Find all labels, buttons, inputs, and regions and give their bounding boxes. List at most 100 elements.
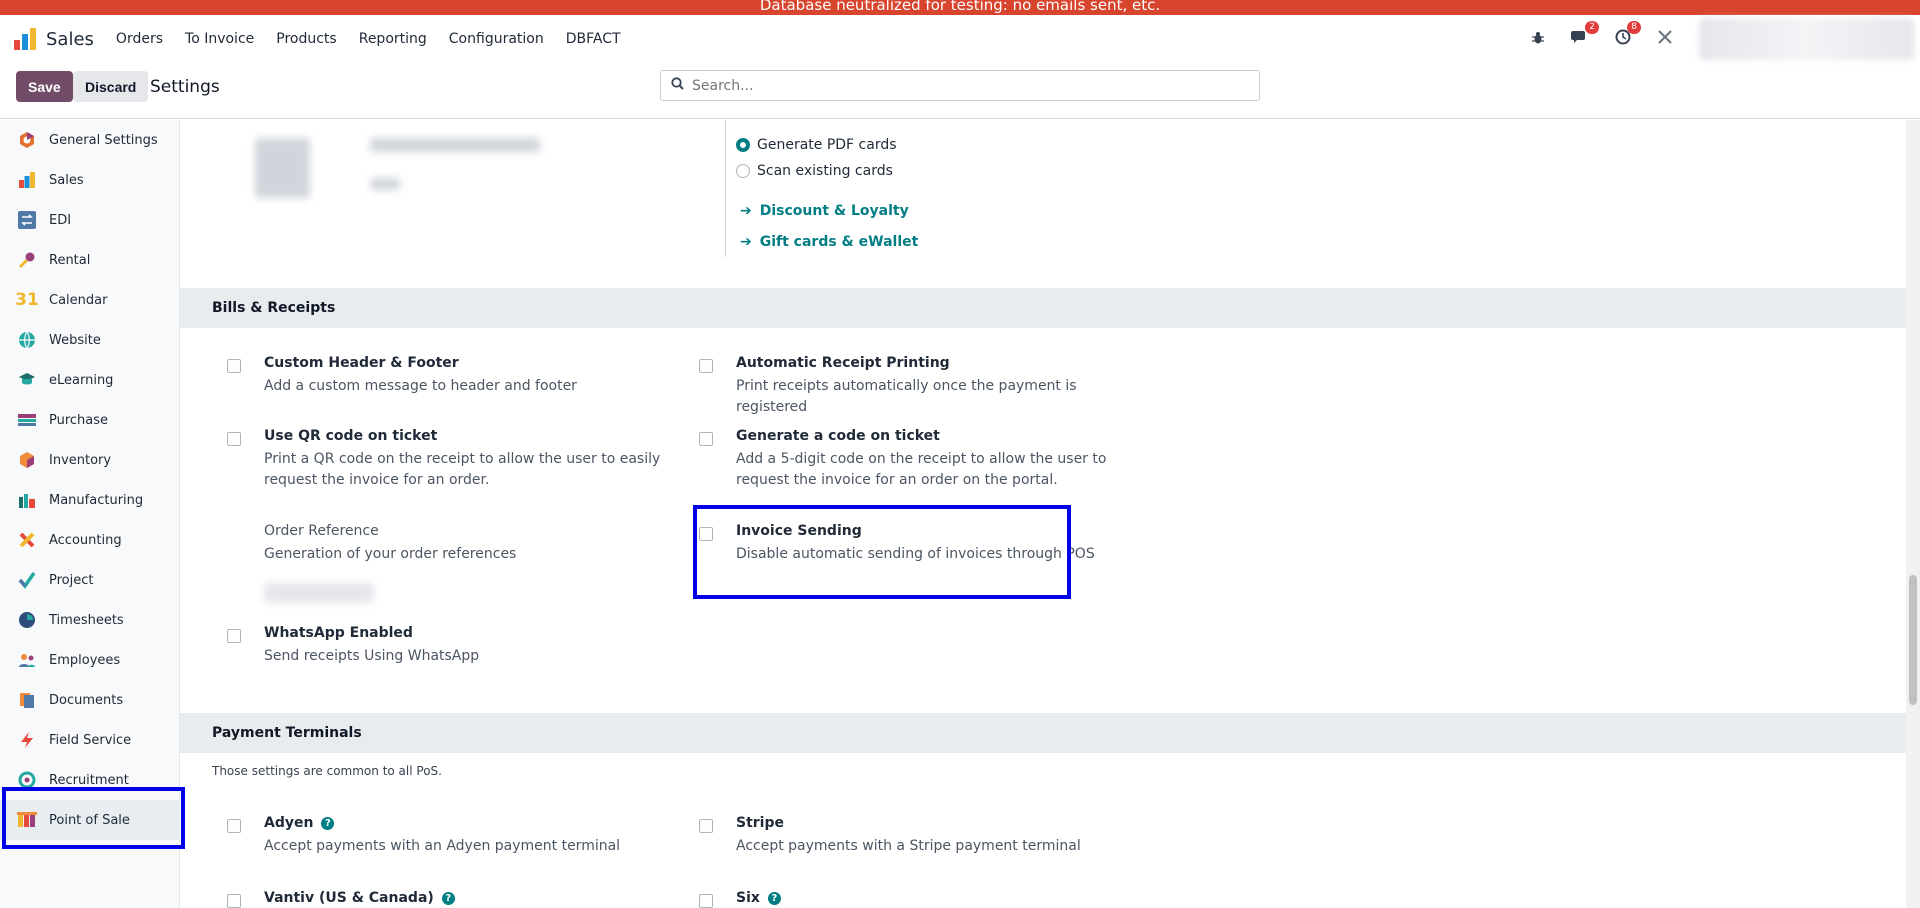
radio-generate-pdf-cards[interactable]: Generate PDF cards [736, 137, 897, 153]
link-discount-loyalty[interactable]: ➔ Discount & Loyalty [740, 203, 909, 219]
setting-title: Six? [736, 890, 781, 906]
sidebar-item-label: Website [49, 332, 101, 348]
sidebar-item-timesheets[interactable]: Timesheets [0, 600, 179, 640]
checkbox-whatsapp-enabled[interactable] [227, 629, 241, 643]
section-payment-terminals: Payment Terminals [180, 713, 1906, 753]
sidebar-item-project[interactable]: Project [0, 560, 179, 600]
sidebar-item-label: Recruitment [49, 772, 129, 788]
save-button[interactable]: Save [16, 71, 73, 102]
sidebar-item-edi[interactable]: EDI [0, 200, 179, 240]
help-icon[interactable]: ? [441, 891, 455, 905]
sidebar-item-label: Purchase [49, 412, 109, 428]
sales-app-icon[interactable] [14, 28, 36, 50]
search-box[interactable] [660, 70, 1260, 101]
checkbox-custom-header-footer[interactable] [227, 359, 241, 373]
setting-title: Automatic Receipt Printing [736, 355, 950, 371]
sidebar-item-sales[interactable]: Sales [0, 160, 179, 200]
setting-title: Use QR code on ticket [264, 428, 438, 444]
setting-title: Generate a code on ticket [736, 428, 940, 444]
checkbox-six[interactable] [699, 894, 713, 908]
menu-dbfact[interactable]: DBFACT [566, 31, 621, 47]
rental-icon [16, 249, 38, 271]
sales-icon [16, 169, 38, 191]
sidebar-item-label: General Settings [49, 132, 158, 148]
sidebar-item-label: Field Service [49, 732, 132, 748]
arrow-right-icon: ➔ [740, 203, 752, 219]
app-name[interactable]: Sales [46, 29, 94, 50]
sidebar-item-employees[interactable]: Employees [0, 640, 179, 680]
setting-description: Send receipts Using WhatsApp [264, 648, 480, 664]
sidebar-item-label: Documents [49, 692, 124, 708]
sidebar-item-label: Rental [49, 252, 91, 268]
radio-checked[interactable] [736, 138, 750, 152]
test-database-banner: Database neutralized for testing: no ema… [0, 0, 1920, 15]
website-icon [16, 329, 38, 351]
menu-configuration[interactable]: Configuration [449, 31, 544, 47]
sidebar-item-accounting[interactable]: Accounting [0, 520, 179, 560]
radio-unchecked[interactable] [736, 164, 750, 178]
sidebar-item-website[interactable]: Website [0, 320, 179, 360]
general-settings-icon [16, 129, 38, 151]
setting-description: Add a custom message to header and foote… [264, 378, 577, 394]
sidebar-item-label: Calendar [49, 292, 108, 308]
link-gift-cards[interactable]: ➔ Gift cards & eWallet [740, 234, 918, 250]
arrow-right-icon: ➔ [740, 234, 752, 250]
field-service-icon [16, 729, 38, 751]
menu-products[interactable]: Products [276, 31, 336, 47]
checkbox-qr-code-ticket[interactable] [227, 432, 241, 446]
menu-orders[interactable]: Orders [116, 31, 163, 47]
checkbox-generate-code-ticket[interactable] [699, 432, 713, 446]
sidebar-item-manufacturing[interactable]: Manufacturing [0, 480, 179, 520]
menu-reporting[interactable]: Reporting [359, 31, 427, 47]
search-input[interactable] [692, 77, 1259, 94]
divider [725, 120, 726, 257]
sidebar-item-label: Inventory [49, 452, 112, 468]
link-label: Discount & Loyalty [759, 203, 909, 219]
sidebar-item-documents[interactable]: Documents [0, 680, 179, 720]
blurred-content [255, 138, 310, 198]
setting-title: Stripe [736, 815, 784, 831]
sidebar-item-label: Manufacturing [49, 492, 144, 508]
help-icon[interactable]: ? [767, 891, 781, 905]
setting-title-text: Vantiv (US & Canada) [264, 890, 434, 906]
sidebar-item-inventory[interactable]: Inventory [0, 440, 179, 480]
activities-clock-icon[interactable]: 8 [1615, 21, 1641, 49]
sidebar-item-label: Sales [49, 172, 84, 188]
sidebar-item-label: Employees [49, 652, 121, 668]
setting-description: Accept payments with an Adyen payment te… [264, 838, 621, 854]
top-navbar: Sales Orders To Invoice Products Reporti… [0, 15, 1920, 63]
checkbox-vantiv[interactable] [227, 894, 241, 908]
checkbox-stripe[interactable] [699, 819, 713, 833]
setting-title: Order Reference [264, 523, 379, 539]
messages-icon[interactable]: 2 [1571, 21, 1599, 49]
timesheets-icon [16, 609, 38, 631]
sidebar-item-purchase[interactable]: Purchase [0, 400, 179, 440]
setting-title: WhatsApp Enabled [264, 625, 413, 641]
scrollbar[interactable] [1906, 120, 1920, 908]
sidebar-item-label: Timesheets [49, 612, 124, 628]
setting-title: Adyen? [264, 815, 335, 831]
radio-scan-existing-cards[interactable]: Scan existing cards [736, 163, 893, 179]
help-icon[interactable]: ? [321, 816, 335, 830]
sidebar-item-elearning[interactable]: eLearning [0, 360, 179, 400]
documents-icon [16, 689, 38, 711]
setting-description: Print a QR code on the receipt to allow … [264, 451, 661, 488]
setting-title: Custom Header & Footer [264, 355, 459, 371]
sidebar-item-calendar[interactable]: 31 Calendar [0, 280, 179, 320]
sidebar-item-rental[interactable]: Rental [0, 240, 179, 280]
user-menu-avatar[interactable] [1699, 18, 1914, 60]
scrollbar-thumb[interactable] [1909, 575, 1917, 705]
tools-icon[interactable] [1657, 29, 1673, 49]
debug-bug-icon[interactable] [1531, 30, 1545, 49]
search-icon [671, 77, 684, 94]
control-panel: Save Discard Settings [0, 63, 1920, 119]
sidebar-item-label: eLearning [49, 372, 114, 388]
checkbox-automatic-receipt-printing[interactable] [699, 359, 713, 373]
discard-button[interactable]: Discard [73, 71, 149, 102]
sidebar-item-general-settings[interactable]: General Settings [0, 120, 179, 160]
checkbox-adyen[interactable] [227, 819, 241, 833]
blurred-field [264, 583, 374, 603]
menu-to-invoice[interactable]: To Invoice [185, 31, 254, 47]
sidebar-item-field-service[interactable]: Field Service [0, 720, 179, 760]
setting-title-text: Adyen [264, 815, 314, 831]
